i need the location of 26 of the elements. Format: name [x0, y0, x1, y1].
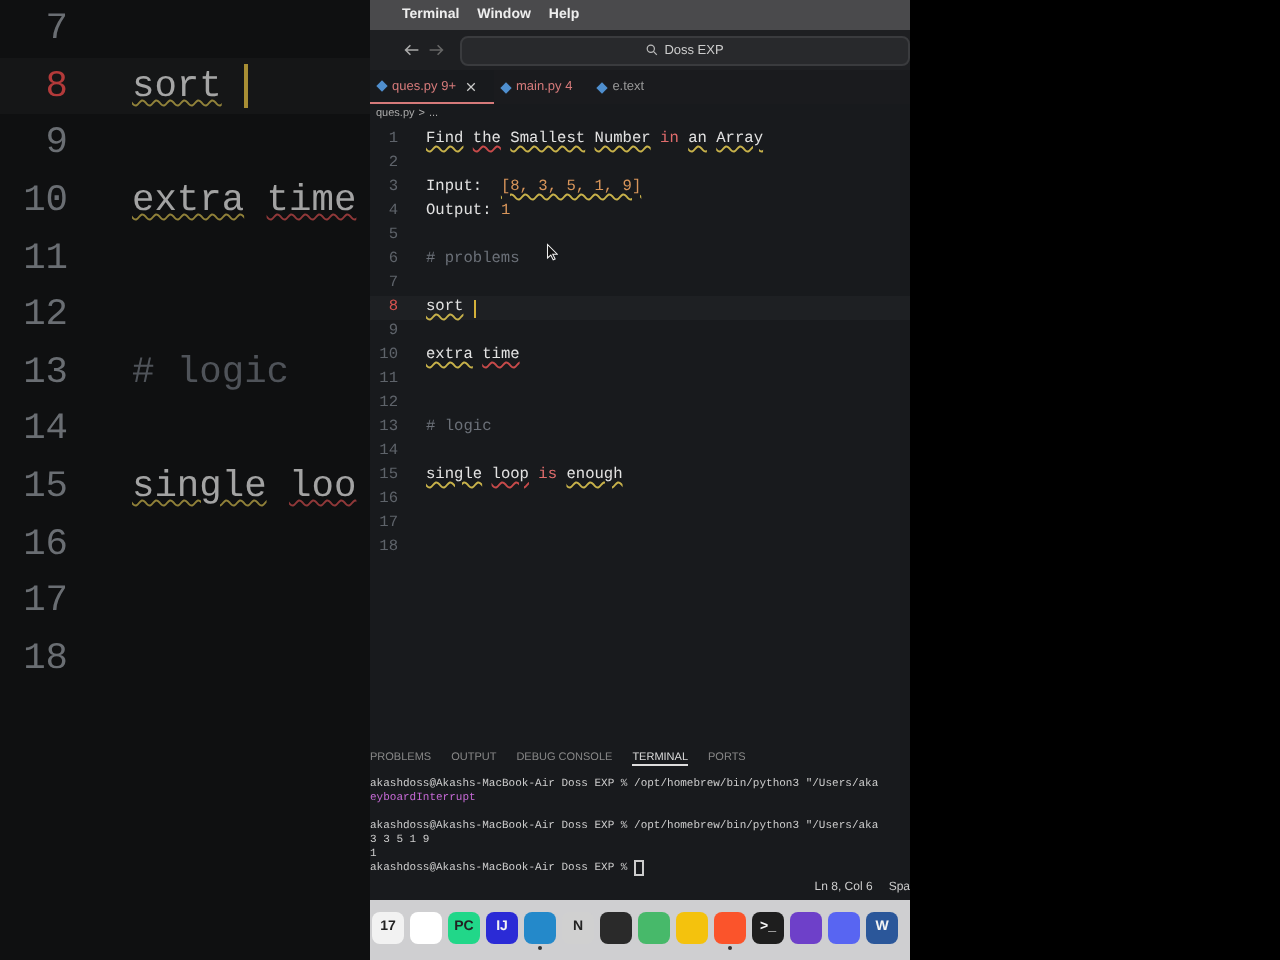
app-icon[interactable] [790, 911, 822, 943]
line-number: 12 [21, 292, 68, 337]
forward-arrow-icon[interactable] [428, 42, 444, 58]
close-icon[interactable] [466, 81, 476, 91]
code-line: # logic [132, 349, 290, 394]
line-number: 13 [21, 349, 68, 394]
line-number: 10 [21, 178, 68, 223]
line-number: 18 [21, 635, 68, 680]
text-cursor [473, 299, 476, 317]
line-number: 14 [21, 406, 68, 451]
search-icon [646, 44, 659, 56]
code-line: single loo [132, 464, 357, 509]
line-number: 7 [43, 6, 68, 51]
line-number: 15 [21, 464, 68, 509]
line-number: 16 [21, 521, 68, 566]
code-line: sort [132, 63, 222, 108]
code-line: extra time [132, 178, 357, 223]
back-arrow-icon[interactable] [404, 42, 420, 58]
mouse-pointer-icon [546, 242, 558, 262]
line-number: 17 [21, 578, 68, 623]
line-number: 8 [43, 63, 68, 108]
app-icon[interactable] [600, 911, 632, 943]
line-number: 9 [43, 120, 68, 165]
line-number: 11 [21, 235, 68, 280]
text-cursor [243, 63, 248, 108]
terminal-cursor [633, 859, 644, 875]
